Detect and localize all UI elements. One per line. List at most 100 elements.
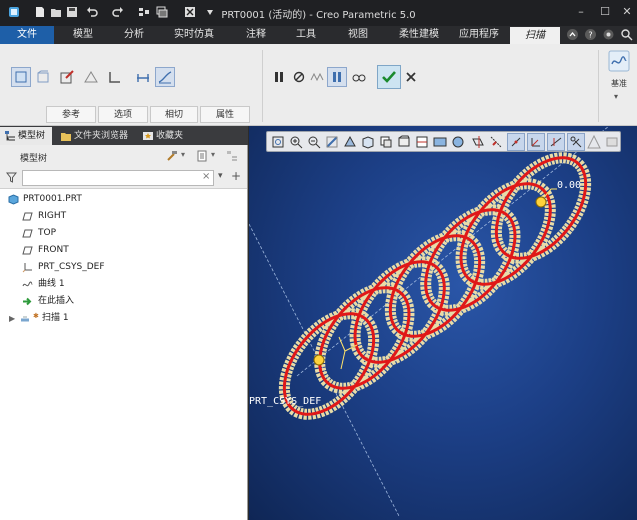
zoom-in-icon[interactable] <box>288 134 304 150</box>
verify-mode-icon[interactable] <box>350 68 368 86</box>
help-dropdown-icon[interactable]: ? <box>584 28 597 41</box>
ribbon-separator-2 <box>598 50 599 122</box>
tab-applications[interactable]: 应用程序 <box>452 26 506 44</box>
tree-item-right[interactable]: RIGHT <box>0 208 247 225</box>
clear-search-icon[interactable]: × <box>202 171 210 182</box>
ok-checkmark-button[interactable] <box>377 65 401 89</box>
subtab-tangency[interactable]: 相切 <box>150 106 198 123</box>
tree-item-label: PRT0001.PRT <box>23 194 82 204</box>
sweep-icon <box>20 313 31 324</box>
end-point-handle <box>535 196 547 208</box>
insert-here-icon <box>22 296 33 307</box>
section-icon[interactable] <box>414 134 430 150</box>
tree-item-front[interactable]: FRONT <box>0 242 247 259</box>
sweep-model-graphic: 0.00 PRT_CSYS_DEF <box>249 126 610 517</box>
annotation-display-icon[interactable] <box>547 133 565 151</box>
tab-sweep[interactable]: 扫描 <box>510 27 560 44</box>
datum-label: 基准 <box>611 79 627 88</box>
tree-settings-dropdown-icon[interactable]: ▾ <box>181 150 185 159</box>
tab-tools[interactable]: 工具 <box>284 26 328 44</box>
sketch-section-button[interactable] <box>58 68 76 86</box>
graphics-viewport[interactable]: 0.00 PRT_CSYS_DEF <box>249 126 637 520</box>
repaint-icon[interactable] <box>324 134 340 150</box>
tab-analysis[interactable]: 分析 <box>112 26 156 44</box>
ribbon-tab-bar: 文件 模型 分析 实时仿真 注释 工具 视图 柔性建模 应用程序 扫描 ? <box>0 26 637 44</box>
redo-view-icon[interactable] <box>604 134 620 150</box>
tab-live-simulation[interactable]: 实时仿真 <box>162 26 226 44</box>
title-bar: PRT0001 (活动的) - Creo Parametric 5.0 – ☐ … <box>0 0 637 26</box>
window-title: PRT0001 (活动的) - Creo Parametric 5.0 <box>221 10 416 21</box>
tree-item-part[interactable]: PRT0001.PRT <box>0 191 247 208</box>
cancel-x-button[interactable] <box>402 68 420 86</box>
show-dropdown-icon[interactable]: ▾ <box>211 150 215 159</box>
plane-display-icon[interactable] <box>470 134 486 150</box>
tab-folder-browser-label: 文件夹浏览器 <box>74 131 129 141</box>
perspective-view-icon[interactable] <box>396 134 412 150</box>
subtab-references[interactable]: 参考 <box>46 106 96 123</box>
spin-center-display-icon[interactable] <box>567 133 585 151</box>
subtab-options[interactable]: 选项 <box>98 106 148 123</box>
tree-item-curve[interactable]: 曲线 1 <box>0 276 247 293</box>
search-dropdown-icon[interactable]: ▾ <box>218 171 223 181</box>
point-display-icon[interactable] <box>507 133 525 151</box>
geometry-preview-icon[interactable] <box>327 67 347 87</box>
tab-annotate[interactable]: 注释 <box>234 26 278 44</box>
view-manager-icon[interactable] <box>378 134 394 150</box>
csys-display-icon[interactable] <box>527 133 545 151</box>
thicken-sketch-button[interactable] <box>106 68 124 86</box>
minimize-button[interactable]: – <box>574 5 588 19</box>
solid-sweep-button[interactable] <box>11 67 31 87</box>
tree-item-sweep[interactable]: ▶ ✱ 扫描 1 <box>0 310 247 327</box>
expand-arrow-icon[interactable]: ▶ <box>9 310 15 327</box>
tree-item-csys[interactable]: PRT_CSYS_DEF <box>0 259 247 276</box>
sweep-coil <box>490 152 592 264</box>
constant-section-button[interactable] <box>134 68 152 86</box>
axis-display-icon[interactable] <box>488 134 504 150</box>
tree-settings-icon[interactable] <box>166 150 178 162</box>
settings-icon[interactable] <box>602 28 615 41</box>
tree-item-label: FRONT <box>38 245 69 255</box>
display-style-icon[interactable] <box>342 134 358 150</box>
tab-flexible-modeling[interactable]: 柔性建模 <box>390 26 448 44</box>
tab-folder-browser[interactable]: 文件夹浏览器 <box>56 127 136 145</box>
subtab-properties[interactable]: 属性 <box>200 106 250 123</box>
tab-favorites[interactable]: 收藏夹 <box>138 127 192 145</box>
command-search-icon[interactable] <box>620 28 633 41</box>
datum-dropdown-icon[interactable]: ▾ <box>614 92 618 101</box>
csys-label: PRT_CSYS_DEF <box>249 396 321 407</box>
add-filter-icon[interactable]: + <box>231 169 241 183</box>
minimize-ribbon-icon[interactable] <box>566 28 579 41</box>
tab-model-tree[interactable]: 模型树 <box>0 127 52 145</box>
surface-sweep-button[interactable] <box>34 68 52 86</box>
tab-model[interactable]: 模型 <box>58 26 108 44</box>
saved-orientations-icon[interactable] <box>360 134 376 150</box>
datum-plane-icon <box>22 228 33 239</box>
warning-display-icon[interactable] <box>586 134 602 150</box>
tree-search-input[interactable] <box>22 170 214 186</box>
close-button[interactable]: ✕ <box>620 5 634 19</box>
datum-sketch-icon[interactable] <box>608 50 630 72</box>
tree-search-row: × ▾ + <box>0 167 247 189</box>
tab-file[interactable]: 文件 <box>0 26 54 44</box>
sweep-ribbon: 基准 ▾ 参考 选项 相切 属性 <box>0 44 637 126</box>
no-preview-icon[interactable] <box>290 68 308 86</box>
spin-center-icon[interactable] <box>432 134 448 150</box>
variable-section-button[interactable] <box>155 67 175 87</box>
part-icon <box>8 194 19 205</box>
show-menu-icon[interactable] <box>196 150 208 162</box>
datum-display-icon[interactable] <box>450 134 466 150</box>
tree-item-top[interactable]: TOP <box>0 225 247 242</box>
maximize-button[interactable]: ☐ <box>598 5 612 19</box>
model-tree-panel: 模型树 ▾ ▾ × ▾ + PRT0001.PRT RIGHT TOP FRON… <box>0 145 248 520</box>
refit-icon[interactable] <box>270 134 286 150</box>
attached-preview-icon[interactable] <box>308 68 326 86</box>
filter-icon[interactable] <box>5 172 18 183</box>
tab-favorites-label: 收藏夹 <box>156 131 184 141</box>
tab-view[interactable]: 视图 <box>336 26 380 44</box>
tree-filter-options-icon[interactable] <box>226 150 238 162</box>
pause-icon[interactable] <box>270 68 288 86</box>
remove-material-button[interactable] <box>82 68 100 86</box>
zoom-out-icon[interactable] <box>306 134 322 150</box>
model-tree-header: 模型树 ▾ ▾ <box>0 145 247 167</box>
sweep-status-icon: ✱ <box>33 312 39 320</box>
